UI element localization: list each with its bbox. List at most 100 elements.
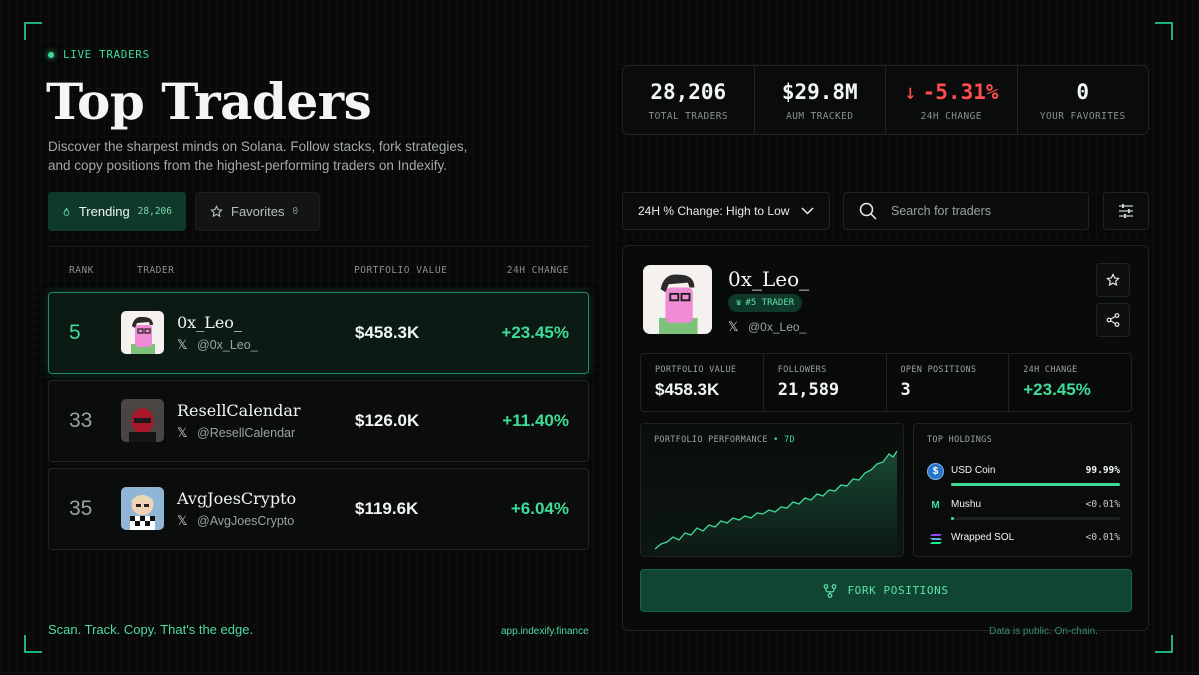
page-description: Discover the sharpest minds on Solana. F… [48, 139, 468, 173]
star-icon [1106, 273, 1120, 287]
stat-label: YOUR FAVORITES [1039, 111, 1126, 122]
col-change: 24H CHANGE [506, 265, 569, 276]
metric-value: 21,589 [777, 380, 840, 400]
performance-area [655, 451, 897, 556]
x-logo-icon: 𝕏 [728, 319, 739, 334]
avatar [643, 265, 712, 334]
holding-pct: 99.99% [1085, 465, 1120, 476]
search-input[interactable] [891, 204, 1071, 218]
sort-label: 24H % Change: High to Low [638, 204, 790, 218]
metric-label: PORTFOLIO VALUE [655, 365, 737, 375]
rank-badge: ♛ #5 TRADER [728, 294, 803, 312]
stat-value: 0 [1076, 80, 1090, 104]
frame-corner-bottom-right [1155, 635, 1173, 653]
traders-table: RANK TRADER PORTFOLIO VALUE 24H CHANGE 5… [48, 246, 589, 550]
holding-bar-fill [951, 483, 1120, 486]
detail-handle[interactable]: 𝕏 @0x_Leo_ [728, 319, 806, 335]
share-icon [1106, 313, 1120, 327]
holding-name: USD Coin [951, 465, 996, 476]
stat-value: $29.8M [781, 80, 858, 104]
trader-handle-text: @0x_Leo_ [197, 338, 258, 352]
trader-handle[interactable]: 𝕏 @0x_Leo_ [177, 337, 258, 353]
holding-row[interactable]: M Mushu <0.01% [927, 497, 1120, 523]
footer-tagline: Scan. Track. Copy. That's the edge. [48, 622, 254, 637]
x-logo-icon: 𝕏 [177, 425, 188, 440]
stat-total-traders: 28,206 TOTAL TRADERS [623, 66, 755, 134]
stat-value: ↓ -5.31% [886, 80, 1017, 104]
sort-dropdown[interactable]: 24H % Change: High to Low [622, 192, 830, 230]
row-rank: 33 [69, 409, 93, 432]
change-value: +6.04% [510, 499, 569, 518]
stat-24h-change: ↓ -5.31% 24H CHANGE [886, 66, 1018, 134]
favorite-button[interactable] [1096, 263, 1130, 297]
tab-favorites-count: 0 [292, 206, 299, 217]
stat-favorites: 0 YOUR FAVORITES [1018, 66, 1149, 134]
change-value: +11.40% [502, 411, 569, 430]
fork-positions-button[interactable]: FORK POSITIONS [640, 569, 1132, 612]
rank-badge-text: #5 TRADER [745, 298, 795, 308]
search-box[interactable] [843, 192, 1089, 230]
stat-change-text: -5.31% [922, 80, 999, 104]
detail-trader-name: 0x_Leo_ [728, 267, 810, 291]
holding-bar-fill [951, 517, 955, 520]
col-portfolio: PORTFOLIO VALUE [354, 265, 448, 276]
share-button[interactable] [1096, 303, 1130, 337]
footer-note: Data is public. On-chain. [989, 626, 1098, 637]
row-rank: 35 [69, 497, 93, 520]
table-row[interactable]: 5 0x_Leo_ 𝕏 @0x_Leo_ $458.3K +23.45% [48, 292, 589, 374]
frame-corner-top-right [1155, 22, 1173, 40]
stat-label: 24H CHANGE [920, 111, 982, 122]
holding-row[interactable]: Wrapped SOL <0.01% [927, 530, 1120, 556]
holding-bar [951, 483, 1120, 486]
chevron-down-icon [801, 207, 814, 215]
holding-pct: <0.01% [1085, 532, 1120, 543]
metric-value: 3 [900, 380, 911, 400]
trader-name[interactable]: 0x_Leo_ [177, 313, 242, 332]
avatar [121, 487, 164, 530]
git-fork-icon [824, 583, 837, 598]
search-icon [859, 202, 877, 220]
star-icon [210, 205, 223, 218]
tab-trending[interactable]: Trending 28,206 [48, 192, 186, 231]
avatar [121, 311, 164, 354]
trader-name[interactable]: AvgJoesCrypto [177, 489, 296, 508]
portfolio-value: $119.6K [355, 499, 419, 518]
portfolio-value: $126.0K [355, 411, 420, 430]
x-logo-icon: 𝕏 [177, 337, 188, 352]
holding-row[interactable]: $ USD Coin 99.99% [927, 463, 1120, 489]
performance-label: PORTFOLIO PERFORMANCE • 7D [654, 435, 795, 445]
live-dot-icon [48, 51, 54, 58]
trader-handle[interactable]: 𝕏 @ResellCalendar [177, 425, 295, 441]
table-row[interactable]: 35 AvgJoesCrypto 𝕏 @AvgJoesCrypto $119.6K… [48, 468, 589, 550]
tab-favorites[interactable]: Favorites 0 [195, 192, 320, 231]
metric-label: 24H CHANGE [1023, 365, 1078, 375]
footer-url-link[interactable]: app.indexify.finance [501, 626, 589, 637]
metric-label: OPEN POSITIONS [900, 365, 977, 375]
trader-name[interactable]: ResellCalendar [177, 401, 301, 420]
table-row[interactable]: 33 ResellCalendar 𝕏 @ResellCalendar $126.… [48, 380, 589, 462]
stat-label: AUM TRACKED [786, 111, 854, 122]
stats-bar: 28,206 TOTAL TRADERS $29.8M AUM TRACKED … [622, 65, 1149, 135]
col-rank: RANK [69, 265, 94, 276]
metric-24h-change: 24H CHANGE +23.45% [1009, 354, 1131, 411]
tab-favorites-label: Favorites [231, 204, 285, 219]
tab-trending-label: Trending [78, 204, 130, 219]
trader-detail-panel: 0x_Leo_ ♛ #5 TRADER 𝕏 @0x_Leo_ PORTFOLIO … [622, 245, 1149, 631]
performance-timeframe[interactable]: 7D [784, 435, 795, 445]
col-trader: TRADER [137, 265, 175, 276]
metric-value: +23.45% [1023, 380, 1091, 399]
trophy-icon: ♛ [736, 298, 742, 308]
trader-handle[interactable]: 𝕏 @AvgJoesCrypto [177, 513, 294, 529]
holding-bar [951, 517, 1120, 520]
table-header: RANK TRADER PORTFOLIO VALUE 24H CHANGE [48, 246, 589, 292]
live-indicator: LIVE TRADERS [48, 48, 150, 61]
live-label: LIVE TRADERS [63, 48, 150, 61]
stat-value: 28,206 [650, 80, 727, 104]
holding-name: Mushu [951, 499, 982, 510]
solana-icon [927, 530, 944, 547]
detail-handle-text: @0x_Leo_ [748, 320, 807, 334]
holding-pct: <0.01% [1085, 499, 1120, 510]
metric-portfolio-value: PORTFOLIO VALUE $458.3K [641, 354, 764, 411]
filter-button[interactable] [1103, 192, 1149, 230]
page-title: Top Traders [46, 72, 372, 131]
